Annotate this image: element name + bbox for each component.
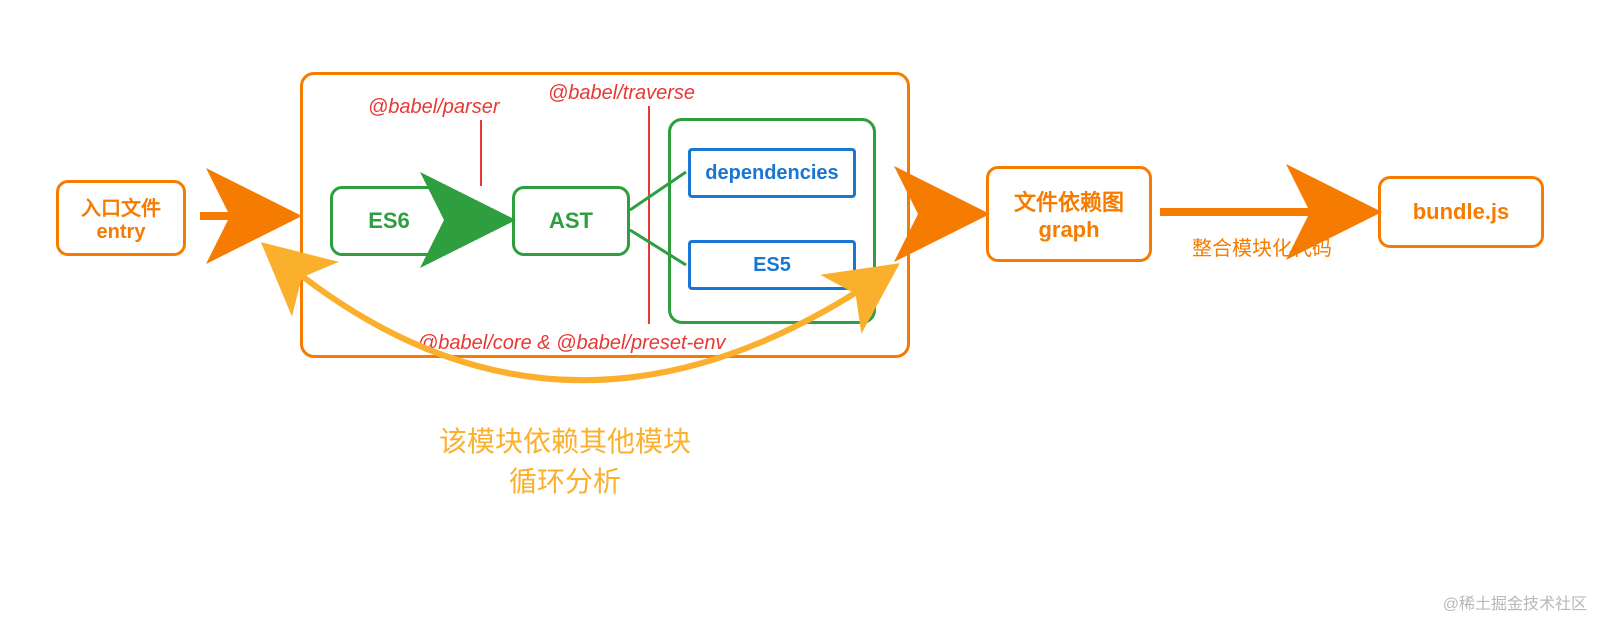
es5-label: ES5 [753,254,791,277]
loop-line2: 循环分析 [415,460,715,500]
dependencies-label: dependencies [705,162,838,185]
entry-line1: 入口文件 [81,192,161,221]
diagram-canvas: 入口文件 entry ES6 AST dependencies ES5 @bab… [0,0,1597,622]
core-label: @babel/core & @babel/preset-env [418,332,725,355]
graph-line1: 文件依赖图 [1014,185,1124,217]
parser-label: @babel/parser [368,96,499,119]
es5-box: ES5 [688,240,856,290]
es6-box: ES6 [330,186,448,256]
arrow-caption: 整合模块化代码 [1192,232,1332,261]
graph-line2: graph [1038,217,1099,243]
traverse-line [648,106,650,324]
ast-box: AST [512,186,630,256]
loop-line1: 该模块依赖其他模块 [415,420,715,460]
graph-box: 文件依赖图 graph [986,166,1152,262]
traverse-label: @babel/traverse [548,82,695,105]
bundle-box: bundle.js [1378,176,1544,248]
entry-line2: entry [97,221,146,244]
dependencies-box: dependencies [688,148,856,198]
watermark: @稀土掘金技术社区 [1443,590,1587,614]
bundle-label: bundle.js [1413,199,1510,225]
ast-label: AST [549,208,593,234]
loop-caption: 该模块依赖其他模块 循环分析 [415,420,715,500]
parser-line [480,120,482,186]
entry-box: 入口文件 entry [56,180,186,256]
es6-label: ES6 [368,208,410,234]
